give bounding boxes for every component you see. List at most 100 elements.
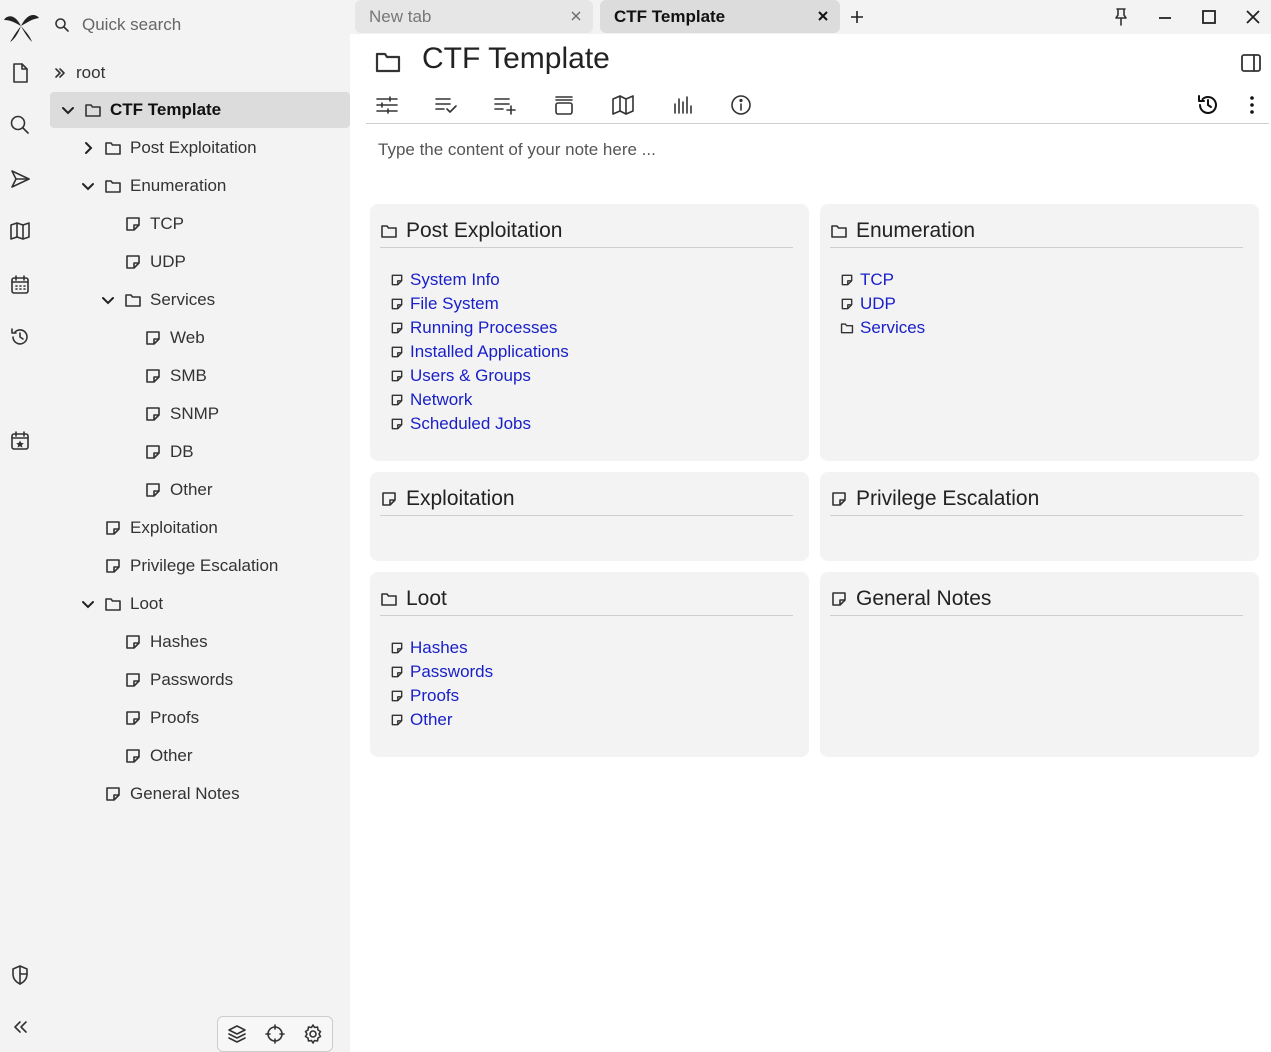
tab-label: New tab <box>369 6 432 26</box>
note-icon <box>124 633 142 651</box>
close-window-button[interactable] <box>1242 6 1264 28</box>
tree-item[interactable]: Other <box>120 472 213 508</box>
note-link[interactable]: Scheduled Jobs <box>410 414 531 434</box>
tree-item[interactable]: CTF Template <box>50 92 350 128</box>
note-card-children: System Info File System Running Processes I… <box>390 268 569 436</box>
note-map-icon[interactable] <box>610 92 636 118</box>
tree-item[interactable]: Loot <box>80 586 163 622</box>
folder-icon <box>84 101 102 119</box>
note-icon <box>390 641 404 655</box>
note-link[interactable]: Proofs <box>410 686 459 706</box>
chevron-down-icon[interactable] <box>80 596 96 612</box>
note-link[interactable]: Users & Groups <box>410 366 531 386</box>
tree-item[interactable]: General Notes <box>80 776 240 812</box>
crosshair-icon[interactable] <box>264 1023 286 1045</box>
tree-item[interactable]: UDP <box>100 244 186 280</box>
note-content-editor[interactable]: Type the content of your note here ... <box>378 140 656 160</box>
tree-item-label: UDP <box>150 252 186 271</box>
note-card-title[interactable]: General Notes <box>830 582 1243 616</box>
chevron-down-icon[interactable] <box>60 102 76 118</box>
chevron-right-icon[interactable] <box>80 140 96 156</box>
toggle-right-pane-icon[interactable] <box>1240 52 1262 74</box>
note-link[interactable]: Passwords <box>410 662 493 682</box>
note-link[interactable]: Installed Applications <box>410 342 569 362</box>
note-icon <box>104 519 122 537</box>
note-icon <box>390 297 404 311</box>
tree-item[interactable]: TCP <box>100 206 184 242</box>
add-attribute-icon[interactable] <box>492 92 518 118</box>
note-link[interactable]: Network <box>410 390 472 410</box>
tree-item[interactable]: Post Exploitation <box>80 130 257 166</box>
note-link[interactable]: System Info <box>410 270 500 290</box>
new-note-icon[interactable] <box>7 60 33 86</box>
tree-item[interactable]: Privilege Escalation <box>80 548 278 584</box>
layers-icon[interactable] <box>226 1023 248 1045</box>
note-icon <box>390 393 404 407</box>
tree-item[interactable]: Hashes <box>100 624 208 660</box>
note-link[interactable]: Other <box>410 710 453 730</box>
history-icon[interactable] <box>7 324 33 350</box>
list-item: Services <box>840 316 925 340</box>
quick-search[interactable]: Quick search <box>50 8 340 42</box>
note-card-title[interactable]: Loot <box>380 582 793 616</box>
search-input[interactable]: Quick search <box>82 15 181 35</box>
maximize-button[interactable] <box>1198 6 1220 28</box>
tree-root[interactable]: root <box>52 55 105 91</box>
close-icon[interactable] <box>569 9 583 23</box>
promoted-attributes-icon[interactable] <box>433 92 459 118</box>
note-link[interactable]: Services <box>860 318 925 338</box>
send-icon[interactable] <box>7 166 33 192</box>
tree-item[interactable]: Passwords <box>100 662 233 698</box>
note-card-title[interactable]: Post Exploitation <box>380 214 793 248</box>
tab-new-tab[interactable]: New tab <box>355 0 593 33</box>
tree-item-label: Web <box>170 328 205 347</box>
tree-item[interactable]: Exploitation <box>80 510 218 546</box>
note-title[interactable]: CTF Template <box>422 42 610 76</box>
list-item: File System <box>390 292 569 316</box>
list-item: Network <box>390 388 569 412</box>
tab-ctf-template[interactable]: CTF Template <box>600 0 840 33</box>
trilium-logo-icon[interactable] <box>2 8 40 44</box>
note-card-title[interactable]: Exploitation <box>380 482 793 516</box>
calendar-icon[interactable] <box>7 272 33 298</box>
list-item: Hashes <box>390 636 493 660</box>
note-link[interactable]: File System <box>410 294 499 314</box>
pin-icon[interactable] <box>1110 6 1132 28</box>
tree-item[interactable]: Proofs <box>100 700 199 736</box>
close-icon[interactable] <box>816 9 830 23</box>
collapse-icon[interactable] <box>7 1014 33 1040</box>
note-revisions-icon[interactable] <box>1195 92 1221 118</box>
note-info-stats-icon[interactable] <box>669 92 695 118</box>
note-link[interactable]: TCP <box>860 270 894 290</box>
note-card-title-text: Exploitation <box>406 486 515 510</box>
shield-icon[interactable] <box>7 962 33 988</box>
chevron-down-icon[interactable] <box>100 292 116 308</box>
tree-item[interactable]: SMB <box>120 358 207 394</box>
tree-item[interactable]: Other <box>100 738 193 774</box>
note-icon <box>124 215 142 233</box>
note-card-title[interactable]: Privilege Escalation <box>830 482 1243 516</box>
note-icon <box>124 671 142 689</box>
note-link[interactable]: UDP <box>860 294 896 314</box>
today-icon[interactable] <box>7 428 33 454</box>
note-link[interactable]: Running Processes <box>410 318 557 338</box>
tree-item[interactable]: Services <box>100 282 215 318</box>
tree-item[interactable]: SNMP <box>120 396 219 432</box>
note-link[interactable]: Hashes <box>410 638 468 658</box>
tree-item[interactable]: DB <box>120 434 194 470</box>
note-icon <box>124 253 142 271</box>
info-icon[interactable] <box>728 92 754 118</box>
gear-icon[interactable] <box>302 1023 324 1045</box>
map-icon[interactable] <box>7 218 33 244</box>
options-icon[interactable] <box>374 92 400 118</box>
minimize-button[interactable] <box>1154 6 1176 28</box>
note-card-title[interactable]: Enumeration <box>830 214 1243 248</box>
more-menu-icon[interactable] <box>1239 92 1265 118</box>
search-icon[interactable] <box>7 112 33 138</box>
tree-item[interactable]: Enumeration <box>80 168 226 204</box>
chevron-down-icon[interactable] <box>80 178 96 194</box>
search-icon <box>54 17 70 33</box>
tree-item[interactable]: Web <box>120 320 205 356</box>
new-tab-button[interactable] <box>846 6 868 28</box>
similar-notes-icon[interactable] <box>551 92 577 118</box>
